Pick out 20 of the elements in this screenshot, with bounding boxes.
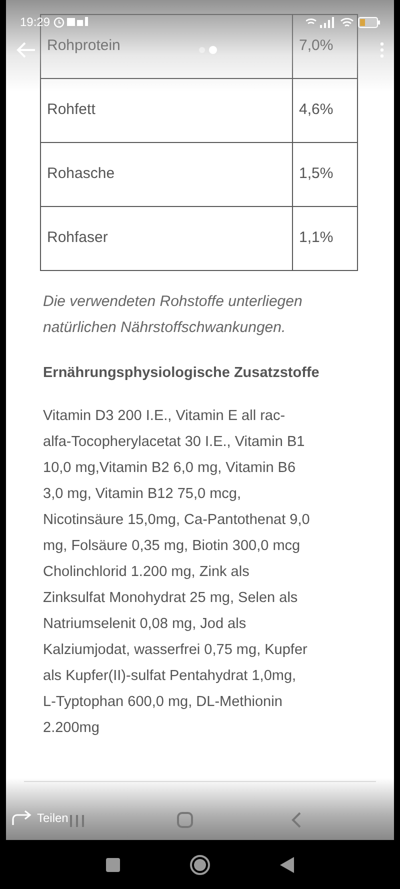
- battery-icon: [358, 16, 380, 28]
- signal-icon: [306, 16, 336, 28]
- nutrient-value: 1,1%: [292, 206, 358, 270]
- back-icon[interactable]: [280, 856, 294, 872]
- wifi-icon: [340, 16, 354, 28]
- note-text: Die verwendeten Rohstoffe unterliegen natürlichen Nährstoffschwankungen.: [43, 292, 304, 338]
- share-icon: [11, 810, 33, 826]
- alarm-icon: [53, 16, 66, 28]
- section-heading: Ernährungsphysiologische Zusatzstoffe: [43, 364, 320, 383]
- nutrient-name: Rohasche: [40, 142, 292, 206]
- nutrient-name: Rohfaser: [40, 206, 292, 270]
- ingredients-paragraph: Vitamin D3 200 I.E., Vitamin E all rac- alfa-Tocopherylacetat 30 I.E., Vitamin B1 10,0 mg,Vitamin B2 6,0 mg, Vitamin B6 3,0 mg, Vitamin B12 75,0 mcg, Nicotinsäure 15,0mg, Ca-Pantothenat 9,0 mg, Folsäure 0,35 mg, Biotin 300,0 mcg Cholinchlorid 1.200 mg, Zink als Zinksulfat Monohydrat 25 mg, Selen als Natriumselenit 0,08 mg, Jod als Kalziumjodat, wasserfrei 0,75 mg, Kupfer als Kupfer(II)-sulfat Pentahydrat 1,0mg, L-Typtophan 600,0 mg, DL-Methionin 2.200mg: [43, 406, 311, 738]
- share-button[interactable]: Teilen: [10, 808, 70, 828]
- back-arrow-icon[interactable]: [16, 42, 36, 58]
- recent-apps-icon[interactable]: [106, 858, 120, 872]
- nutrient-value: 1,5%: [292, 142, 358, 206]
- nutrient-value: 4,6%: [292, 78, 358, 142]
- notification-icons: [67, 17, 90, 27]
- nutrient-name: Rohfett: [40, 78, 292, 142]
- home-icon[interactable]: [190, 854, 210, 874]
